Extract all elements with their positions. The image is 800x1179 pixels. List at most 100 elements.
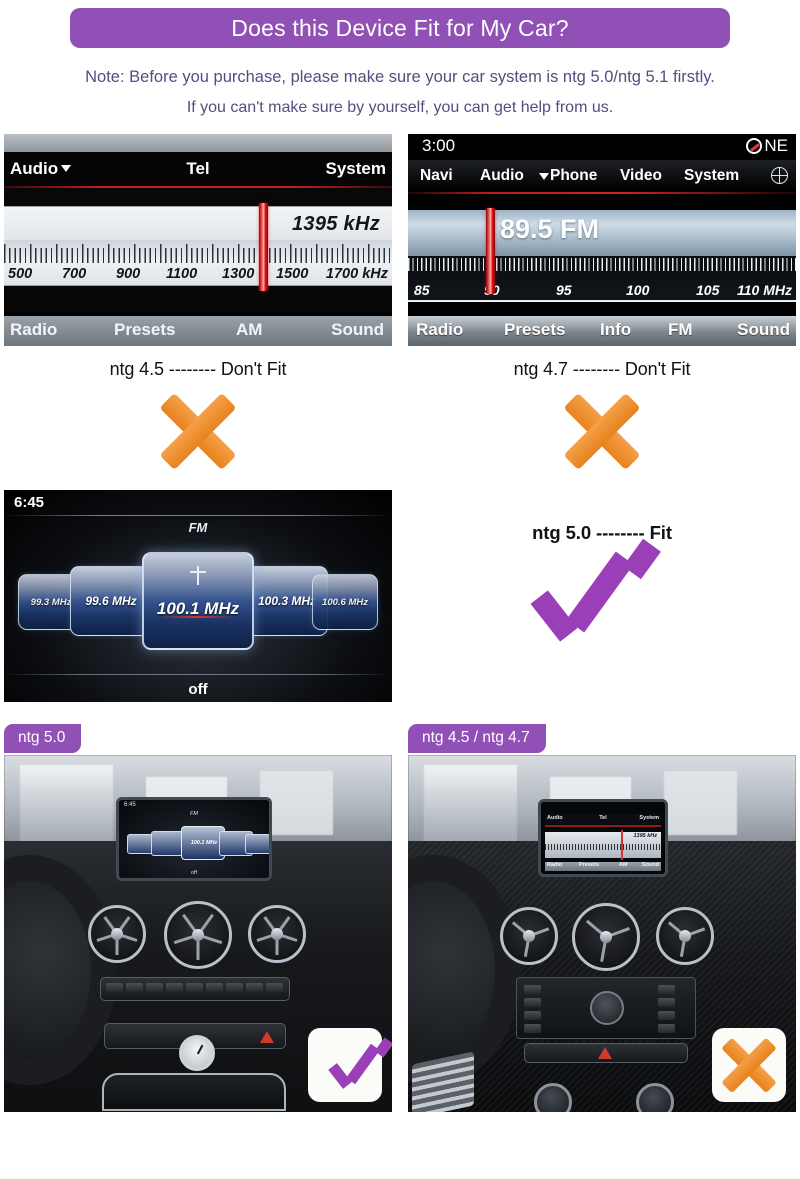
badge-ntg45-47: ntg 4.5 / ntg 4.7	[408, 724, 546, 754]
air-vent	[572, 903, 640, 972]
ntg47-scale-labels: 85 90 95 100 105 110 MHz	[408, 280, 796, 298]
ntg50-clock: 6:45	[14, 494, 45, 512]
hazard-icon[interactable]	[598, 1047, 612, 1060]
head-unit-readout: 1395 kHz	[633, 833, 657, 840]
ntg47-spacer	[408, 194, 796, 211]
ntg47-frequency-scale[interactable]: 85 90 95 100 105 110 MHz	[408, 256, 796, 303]
hazard-icon[interactable]	[260, 1031, 274, 1044]
ntg47-menu-video[interactable]: Video	[620, 167, 662, 185]
head-unit-station: 100.1 MHz	[190, 840, 218, 847]
ntg45-btn-radio[interactable]: Radio	[10, 320, 57, 340]
ntg47-tick-100: 100	[626, 282, 650, 299]
ntg47-tuner-marker[interactable]	[486, 208, 495, 295]
ntg47-btn-radio[interactable]: Radio	[416, 320, 463, 340]
analog-clock	[179, 1035, 215, 1072]
note-line-2: If you can't make sure by yourself, you …	[186, 98, 614, 116]
head-unit-clock: 6:45	[124, 802, 136, 809]
antenna-icon	[185, 564, 211, 586]
car-interior-photo-ntg45-47: Audio Tel System 1395 kHz Radio Presets …	[408, 755, 796, 1113]
air-vent	[88, 905, 146, 964]
ntg47-menu-audio[interactable]: Audio	[480, 167, 524, 185]
ntg45-menu-audio[interactable]: Audio	[10, 159, 72, 179]
left-badge-holder: ntg 5.0	[4, 724, 392, 754]
ntg50-verdict-column: ntg 5.0 -------- Fit	[408, 490, 796, 702]
ntg45-tick-1300: 1300	[222, 266, 255, 283]
ntg45-menu-system[interactable]: System	[326, 159, 386, 179]
ntg50-station-carousel[interactable]: 99.3 MHz 99.6 MHz 100.1 MHz 100.3 MHz 10…	[4, 552, 392, 652]
ntg47-frequency-banner: 89.5 FM	[408, 210, 796, 257]
photo-badge-row: ntg 5.0 ntg 4.5 / ntg 4.7	[0, 724, 800, 754]
climate-buttons[interactable]	[106, 983, 283, 993]
head-unit-display: 6:45 FM 100.1 MHz off	[116, 797, 272, 882]
cross-icon-ntg45	[155, 388, 241, 474]
ntg45-lower-spacer	[4, 286, 392, 313]
ntg47-btn-presets[interactable]: Presets	[504, 320, 565, 340]
volume-knob[interactable]	[590, 991, 624, 1026]
car-interior-photo-ntg50: 6:45 FM 100.1 MHz off	[4, 755, 392, 1113]
ntg45-tick-500: 500	[8, 266, 33, 283]
head-unit-band: FM	[190, 811, 198, 818]
ntg45-menu-tel[interactable]: Tel	[186, 159, 209, 179]
ntg47-menu-navi[interactable]: Navi	[420, 167, 453, 185]
ntg47-compass: NE	[746, 136, 788, 156]
climate-knob-left[interactable]	[534, 1083, 572, 1113]
head-unit-display: Audio Tel System 1395 kHz Radio Presets …	[538, 799, 668, 878]
ntg50-station-tile[interactable]: 100.6 MHz	[312, 574, 378, 631]
header: Does this Device Fit for My Car?	[0, 0, 800, 48]
ntg50-station-tile-selected[interactable]: 100.1 MHz	[142, 552, 254, 651]
check-icon-ntg50	[527, 538, 677, 642]
ntg50-divider-bottom	[4, 674, 392, 676]
ntg47-menu-system[interactable]: System	[684, 167, 739, 185]
air-vent	[248, 905, 306, 964]
ntg47-btn-info[interactable]: Info	[600, 320, 631, 340]
ntg45-column: Audio Tel System 1395 kHz 500 700 900 11…	[4, 134, 392, 474]
page-title: Does this Device Fit for My Car?	[70, 8, 730, 48]
ntg45-btn-am[interactable]: AM	[236, 320, 262, 340]
check-icon	[327, 1037, 392, 1089]
ntg47-tick-105: 105	[696, 282, 720, 299]
chevron-down-icon	[61, 165, 72, 173]
ntg45-screen: Audio Tel System 1395 kHz 500 700 900 11…	[4, 134, 392, 347]
ntg45-scale-labels: 500 700 900 1100 1300 1500 1700 kHz	[4, 262, 392, 282]
ntg50-station-tile[interactable]: 99.6 MHz	[70, 566, 152, 637]
console-buttons-left[interactable]	[524, 985, 541, 1034]
ntg45-tick-900: 900	[116, 266, 141, 283]
ntg50-column: 6:45 FM 99.3 MHz 99.6 MHz 100.1 MHz 100.…	[4, 490, 392, 703]
badge-ntg50: ntg 5.0	[4, 724, 82, 754]
note-line-1: Note: Before you purchase, please make s…	[85, 68, 715, 86]
comparison-row-top: Audio Tel System 1395 kHz 500 700 900 11…	[0, 134, 800, 474]
ntg47-btn-sound[interactable]: Sound	[737, 320, 790, 340]
fit-stamp-cross	[712, 1028, 786, 1103]
right-badge-holder: ntg 4.5 / ntg 4.7	[408, 724, 796, 754]
ntg50-divider-top	[4, 515, 392, 517]
head-unit-off: off	[190, 870, 198, 877]
ntg47-scale-ticks	[408, 258, 796, 272]
ntg47-bottom-bar: Radio Presets Info FM Sound	[408, 316, 796, 347]
ntg45-tick-1500: 1500	[276, 266, 309, 283]
head-unit-btn-sound: Sound	[641, 862, 659, 869]
comparison-row-bottom: 6:45 FM 99.3 MHz 99.6 MHz 100.1 MHz 100.…	[0, 490, 800, 703]
ntg45-tuner-marker[interactable]	[259, 203, 268, 292]
ntg47-frequency-readout: 89.5 FM	[500, 214, 600, 245]
ntg47-menu-phone[interactable]: Phone	[550, 167, 597, 185]
air-vent	[656, 907, 714, 966]
ntg47-tick-85: 85	[414, 282, 430, 299]
climate-knob-right[interactable]	[636, 1083, 674, 1113]
ntg47-compass-direction: NE	[764, 136, 788, 156]
ntg47-tick-95: 95	[556, 282, 572, 299]
ntg50-caption: ntg 5.0 -------- Fit	[532, 522, 672, 544]
ntg47-btn-fm[interactable]: FM	[668, 320, 693, 340]
globe-icon[interactable]	[771, 167, 788, 185]
note-block: Note: Before you purchase, please make s…	[0, 62, 800, 122]
ntg45-btn-presets[interactable]: Presets	[114, 320, 175, 340]
head-unit-menu-system: System	[639, 815, 659, 822]
air-vent	[500, 907, 558, 966]
ntg45-btn-sound[interactable]: Sound	[331, 320, 384, 340]
head-unit-menu-tel: Tel	[599, 815, 607, 822]
console-buttons-right[interactable]	[658, 985, 675, 1034]
ntg45-frequency-scale[interactable]: 1395 kHz 500 700 900 1100 1300 1500 1700…	[4, 203, 392, 292]
ntg50-band-label: FM	[188, 520, 208, 536]
ntg47-tick-110: 110 MHz	[737, 282, 792, 299]
ntg45-bottom-bar: Radio Presets AM Sound	[4, 316, 392, 347]
ntg50-off-label[interactable]: off	[188, 681, 207, 698]
